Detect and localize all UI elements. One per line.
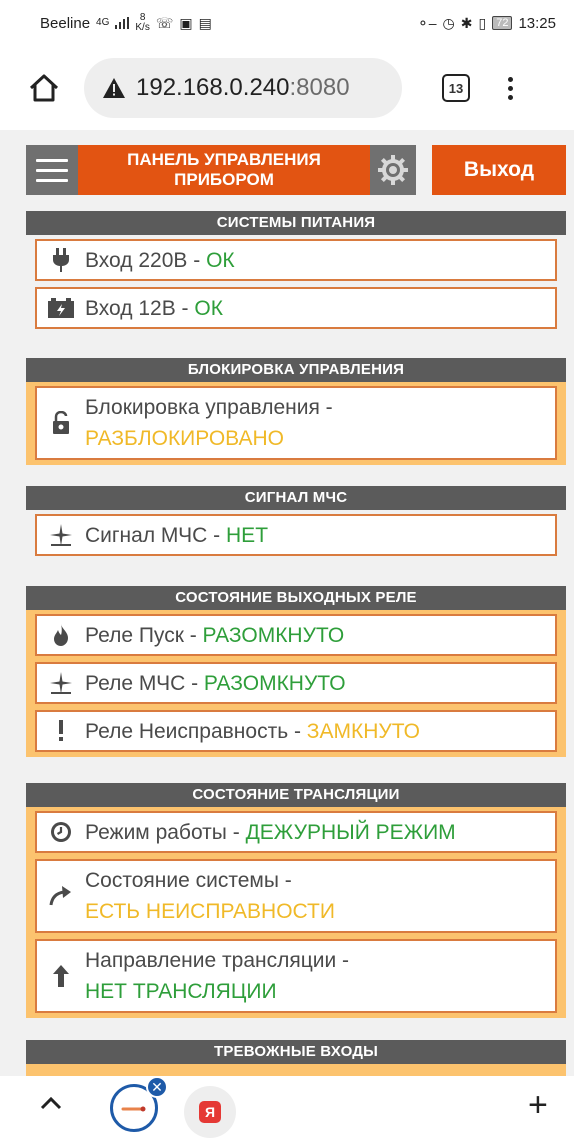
browser-bottom-bar: ✕ Я + xyxy=(0,1076,574,1138)
net-speed-unit: K/s xyxy=(135,22,150,33)
laptop-icon: ▣ xyxy=(179,14,193,31)
logout-button[interactable]: Выход xyxy=(432,145,566,195)
section-broadcast-state: СОСТОЯНИЕ ТРАНСЛЯЦИИ Режим работы - ДЕЖУ… xyxy=(26,783,566,1018)
status-row-system-state: Состояние системы - ЕСТЬ НЕИСПРАВНОСТИ xyxy=(35,859,557,933)
url-host: 192.168.0.240 xyxy=(136,74,290,101)
row-status-value: НЕТ xyxy=(226,523,269,547)
section-title: БЛОКИРОВКА УПРАВЛЕНИЯ xyxy=(26,358,566,382)
section-title: СОСТОЯНИЕ ТРАНСЛЯЦИИ xyxy=(26,783,566,807)
url-port: :8080 xyxy=(289,74,350,101)
row-status-value: ЕСТЬ НЕИСПРАВНОСТИ xyxy=(85,900,335,923)
whatsapp-icon: ☏ xyxy=(155,14,174,31)
tab-switcher-button[interactable]: 13 xyxy=(442,74,470,102)
close-bubble-icon[interactable]: ✕ xyxy=(146,1076,168,1098)
section-title: СИГНАЛ МЧС xyxy=(26,486,566,510)
section-output-relays: СОСТОЯНИЕ ВЫХОДНЫХ РЕЛЕ Реле Пуск - РАЗО… xyxy=(26,586,566,757)
network-type: 4G xyxy=(96,17,110,28)
row-status-value: ЗАМКНУТО xyxy=(306,719,420,743)
status-row-relay-mchs: Реле МЧС - РАЗОМКНУТО xyxy=(35,662,557,704)
row-label: Реле Пуск - xyxy=(85,623,203,647)
new-tab-plus-icon[interactable]: + xyxy=(528,1088,548,1122)
row-status-value: РАЗОМКНУТО xyxy=(202,623,345,647)
yandex-icon: Я xyxy=(199,1101,221,1123)
fire-icon xyxy=(37,624,85,646)
vibrate-icon: ▯ xyxy=(478,14,487,31)
browser-toolbar: 192.168.0.240:8080 13 xyxy=(0,46,574,130)
status-row-relay-start: Реле Пуск - РАЗОМКНУТО xyxy=(35,614,557,656)
settings-button[interactable] xyxy=(370,145,416,195)
home-button[interactable] xyxy=(20,64,68,112)
yandex-button[interactable]: Я xyxy=(184,1086,236,1138)
bluetooth-icon: ✱ xyxy=(460,14,473,31)
row-status-value: ОК xyxy=(206,248,235,272)
section-title: СОСТОЯНИЕ ВЫХОДНЫХ РЕЛЕ xyxy=(26,586,566,610)
clock-icon xyxy=(37,821,85,843)
section-alarm-inputs: ТРЕВОЖНЫЕ ВХОДЫ xyxy=(26,1040,566,1076)
row-label: Реле Неисправность - xyxy=(85,719,307,743)
row-label: Состояние системы - xyxy=(85,869,292,892)
section-mchs-signal: СИГНАЛ МЧС Сигнал МЧС - НЕТ xyxy=(26,486,566,561)
clock-time: 13:25 xyxy=(518,14,556,32)
page-content: ПАНЕЛЬ УПРАВЛЕНИЯ ПРИБОРОМ Выход СИСТЕМЫ… xyxy=(0,130,574,1076)
row-status-value: НЕТ ТРАНСЛЯЦИИ xyxy=(85,980,277,1003)
row-label: Вход 220В - xyxy=(85,248,207,272)
arrow-up-icon xyxy=(37,965,85,987)
section-title: СИСТЕМЫ ПИТАНИЯ xyxy=(26,211,566,235)
row-status-value: РАЗБЛОКИРОВАНО xyxy=(85,427,284,450)
control-panel-header: ПАНЕЛЬ УПРАВЛЕНИЯ ПРИБОРОМ Выход xyxy=(26,145,566,195)
curved-arrow-icon xyxy=(37,885,85,907)
status-row-control-lock: Блокировка управления - РАЗБЛОКИРОВАНО xyxy=(35,386,557,460)
unlock-icon xyxy=(37,411,85,435)
hamburger-menu-button[interactable] xyxy=(26,145,78,195)
section-control-lock: БЛОКИРОВКА УПРАВЛЕНИЯ Блокировка управле… xyxy=(26,358,566,465)
status-row-input-220v: Вход 220В - ОК xyxy=(35,239,557,281)
battery-icon xyxy=(37,298,85,318)
panel-title: ПАНЕЛЬ УПРАВЛЕНИЯ ПРИБОРОМ xyxy=(78,145,370,195)
key-icon: ⚬– xyxy=(417,14,437,31)
signal-strength-icon xyxy=(115,17,130,29)
status-row-broadcast-direction: Направление трансляции - НЕТ ТРАНСЛЯЦИИ xyxy=(35,939,557,1013)
signal-star-icon xyxy=(37,524,85,546)
status-row-mchs-signal: Сигнал МЧС - НЕТ xyxy=(35,514,557,556)
battery-indicator: 72 xyxy=(492,16,513,30)
row-status-value: ДЕЖУРНЫЙ РЕЖИМ xyxy=(245,820,456,844)
more-menu-button[interactable] xyxy=(500,76,520,100)
row-status-value: РАЗОМКНУТО xyxy=(203,671,346,695)
status-row-operating-mode: Режим работы - ДЕЖУРНЫЙ РЕЖИМ xyxy=(35,811,557,853)
row-label: Вход 12В - xyxy=(85,296,195,320)
row-label: Реле МЧС - xyxy=(85,671,204,695)
status-row-relay-fault: Реле Неисправность - ЗАМКНУТО xyxy=(35,710,557,752)
signal-star-icon xyxy=(37,672,85,694)
row-label: Сигнал МЧС - xyxy=(85,523,227,547)
warning-icon xyxy=(103,78,125,98)
status-row-input-12v: Вход 12В - ОК xyxy=(35,287,557,329)
row-label: Режим работы - xyxy=(85,820,246,844)
gear-icon xyxy=(378,155,408,185)
carrier-name: Beeline xyxy=(40,14,91,32)
plug-icon xyxy=(37,248,85,272)
row-status-value: ОК xyxy=(194,296,223,320)
status-bar: Beeline 4G 8 K/s ☏ ▣ ▤ ⚬– ◷ ✱ ▯ 72 13:25 xyxy=(0,0,574,46)
alarm-icon: ◷ xyxy=(442,14,455,31)
section-title: ТРЕВОЖНЫЕ ВХОДЫ xyxy=(26,1040,566,1064)
section-power: СИСТЕМЫ ПИТАНИЯ Вход 220В - ОК Вход 12В … xyxy=(26,211,566,334)
chevron-up-icon[interactable] xyxy=(40,1096,62,1110)
row-label: Блокировка управления - xyxy=(85,396,333,419)
home-icon xyxy=(29,74,59,102)
address-bar[interactable]: 192.168.0.240:8080 xyxy=(84,58,402,118)
exclamation-icon xyxy=(37,720,85,742)
row-label: Направление трансляции - xyxy=(85,949,350,972)
window-icon: ▤ xyxy=(198,14,212,31)
